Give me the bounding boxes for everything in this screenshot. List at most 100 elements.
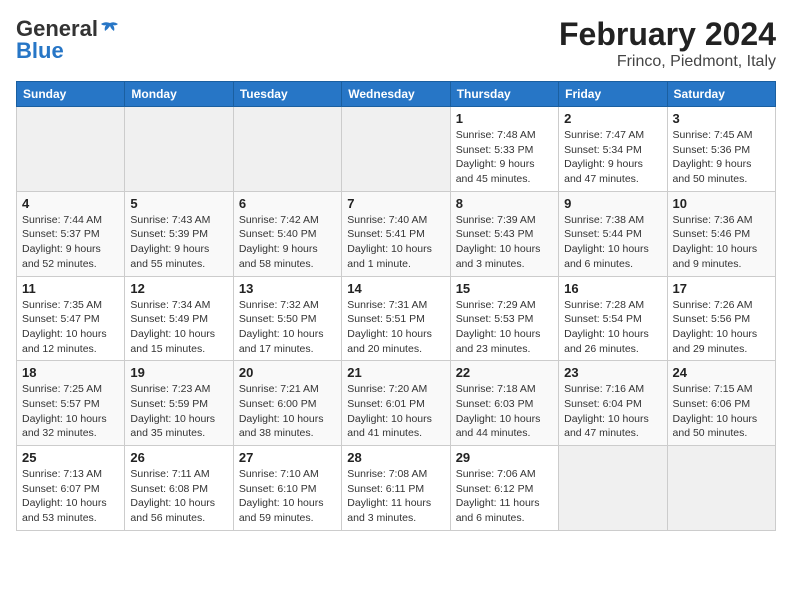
day-info: Sunrise: 7:26 AMSunset: 5:56 PMDaylight:…: [673, 298, 770, 357]
day-number: 17: [673, 281, 770, 296]
day-number: 16: [564, 281, 661, 296]
calendar-week-2: 4 Sunrise: 7:44 AMSunset: 5:37 PMDaylight…: [17, 191, 776, 276]
day-info: Sunrise: 7:20 AMSunset: 6:01 PMDaylight:…: [347, 382, 444, 441]
calendar-cell: 29Sunrise: 7:06 AMSunset: 6:12 PMDayligh…: [450, 446, 558, 531]
calendar-cell: 24 Sunrise: 7:15 AMSunset: 6:06 PMDayligh…: [667, 361, 775, 446]
day-info: Sunrise: 7:23 AMSunset: 5:59 PMDaylight:…: [130, 382, 227, 441]
calendar-week-3: 11 Sunrise: 7:35 AMSunset: 5:47 PMDayligh…: [17, 276, 776, 361]
logo: General Blue: [16, 16, 120, 64]
calendar-week-4: 18Sunrise: 7:25 AMSunset: 5:57 PMDayligh…: [17, 361, 776, 446]
column-header-monday: Monday: [125, 82, 233, 107]
calendar-cell: 22 Sunrise: 7:18 AMSunset: 6:03 PMDayligh…: [450, 361, 558, 446]
calendar-cell: 23 Sunrise: 7:16 AMSunset: 6:04 PMDayligh…: [559, 361, 667, 446]
day-info: Sunrise: 7:16 AMSunset: 6:04 PMDaylight:…: [564, 382, 661, 441]
calendar-cell: 28 Sunrise: 7:08 AMSunset: 6:11 PMDayligh…: [342, 446, 450, 531]
calendar-cell: 10 Sunrise: 7:36 AMSunset: 5:46 PMDayligh…: [667, 191, 775, 276]
calendar-cell: [233, 107, 341, 192]
calendar-cell: 18Sunrise: 7:25 AMSunset: 5:57 PMDayligh…: [17, 361, 125, 446]
column-header-thursday: Thursday: [450, 82, 558, 107]
calendar-cell: 3 Sunrise: 7:45 AMSunset: 5:36 PMDaylight…: [667, 107, 775, 192]
day-info: Sunrise: 7:44 AMSunset: 5:37 PMDaylight:…: [22, 213, 119, 272]
day-number: 21: [347, 365, 444, 380]
day-number: 4: [22, 196, 119, 211]
day-info: Sunrise: 7:43 AMSunset: 5:39 PMDaylight:…: [130, 213, 227, 272]
day-number: 22: [456, 365, 553, 380]
day-number: 13: [239, 281, 336, 296]
day-number: 19: [130, 365, 227, 380]
day-info: Sunrise: 7:31 AMSunset: 5:51 PMDaylight:…: [347, 298, 444, 357]
day-number: 25: [22, 450, 119, 465]
day-info: Sunrise: 7:15 AMSunset: 6:06 PMDaylight:…: [673, 382, 770, 441]
column-header-sunday: Sunday: [17, 82, 125, 107]
day-info: Sunrise: 7:38 AMSunset: 5:44 PMDaylight:…: [564, 213, 661, 272]
calendar-cell: 14 Sunrise: 7:31 AMSunset: 5:51 PMDayligh…: [342, 276, 450, 361]
day-number: 8: [456, 196, 553, 211]
day-info: Sunrise: 7:06 AMSunset: 6:12 PMDaylight:…: [456, 467, 553, 526]
calendar-cell: 7 Sunrise: 7:40 AMSunset: 5:41 PMDaylight…: [342, 191, 450, 276]
page-subtitle: Frinco, Piedmont, Italy: [559, 53, 776, 71]
calendar-cell: 27Sunrise: 7:10 AMSunset: 6:10 PMDayligh…: [233, 446, 341, 531]
day-number: 11: [22, 281, 119, 296]
calendar-cell: [667, 446, 775, 531]
day-number: 3: [673, 111, 770, 126]
logo-blue: Blue: [16, 38, 64, 64]
day-number: 1: [456, 111, 553, 126]
calendar-cell: 20 Sunrise: 7:21 AMSunset: 6:00 PMDayligh…: [233, 361, 341, 446]
calendar-cell: 9 Sunrise: 7:38 AMSunset: 5:44 PMDaylight…: [559, 191, 667, 276]
calendar-week-1: 1 Sunrise: 7:48 AMSunset: 5:33 PMDaylight…: [17, 107, 776, 192]
calendar-cell: [17, 107, 125, 192]
day-info: Sunrise: 7:35 AMSunset: 5:47 PMDaylight:…: [22, 298, 119, 357]
calendar-cell: [342, 107, 450, 192]
calendar-header-row: SundayMondayTuesdayWednesdayThursdayFrid…: [17, 82, 776, 107]
day-number: 23: [564, 365, 661, 380]
calendar-cell: 5Sunrise: 7:43 AMSunset: 5:39 PMDaylight…: [125, 191, 233, 276]
day-info: Sunrise: 7:25 AMSunset: 5:57 PMDaylight:…: [22, 382, 119, 441]
day-info: Sunrise: 7:29 AMSunset: 5:53 PMDaylight:…: [456, 298, 553, 357]
calendar-cell: 1 Sunrise: 7:48 AMSunset: 5:33 PMDaylight…: [450, 107, 558, 192]
day-info: Sunrise: 7:13 AMSunset: 6:07 PMDaylight:…: [22, 467, 119, 526]
calendar-cell: 21 Sunrise: 7:20 AMSunset: 6:01 PMDayligh…: [342, 361, 450, 446]
calendar-cell: 17 Sunrise: 7:26 AMSunset: 5:56 PMDayligh…: [667, 276, 775, 361]
day-number: 9: [564, 196, 661, 211]
day-number: 14: [347, 281, 444, 296]
logo-bird-icon: [100, 21, 120, 37]
day-info: Sunrise: 7:40 AMSunset: 5:41 PMDaylight:…: [347, 213, 444, 272]
day-number: 20: [239, 365, 336, 380]
day-info: Sunrise: 7:42 AMSunset: 5:40 PMDaylight:…: [239, 213, 336, 272]
calendar-cell: 26 Sunrise: 7:11 AMSunset: 6:08 PMDayligh…: [125, 446, 233, 531]
calendar-cell: 12 Sunrise: 7:34 AMSunset: 5:49 PMDayligh…: [125, 276, 233, 361]
calendar-cell: 16 Sunrise: 7:28 AMSunset: 5:54 PMDayligh…: [559, 276, 667, 361]
day-number: 12: [130, 281, 227, 296]
day-info: Sunrise: 7:45 AMSunset: 5:36 PMDaylight:…: [673, 128, 770, 187]
page-header: General Blue February 2024 Frinco, Piedm…: [16, 16, 776, 71]
column-header-tuesday: Tuesday: [233, 82, 341, 107]
day-number: 10: [673, 196, 770, 211]
day-info: Sunrise: 7:47 AMSunset: 5:34 PMDaylight:…: [564, 128, 661, 187]
calendar-cell: 19 Sunrise: 7:23 AMSunset: 5:59 PMDayligh…: [125, 361, 233, 446]
calendar-table: SundayMondayTuesdayWednesdayThursdayFrid…: [16, 81, 776, 531]
day-info: Sunrise: 7:28 AMSunset: 5:54 PMDaylight:…: [564, 298, 661, 357]
day-info: Sunrise: 7:18 AMSunset: 6:03 PMDaylight:…: [456, 382, 553, 441]
day-info: Sunrise: 7:48 AMSunset: 5:33 PMDaylight:…: [456, 128, 553, 187]
day-number: 28: [347, 450, 444, 465]
column-header-wednesday: Wednesday: [342, 82, 450, 107]
day-info: Sunrise: 7:36 AMSunset: 5:46 PMDaylight:…: [673, 213, 770, 272]
day-number: 7: [347, 196, 444, 211]
calendar-week-5: 25 Sunrise: 7:13 AMSunset: 6:07 PMDayligh…: [17, 446, 776, 531]
calendar-cell: 25 Sunrise: 7:13 AMSunset: 6:07 PMDayligh…: [17, 446, 125, 531]
day-info: Sunrise: 7:08 AMSunset: 6:11 PMDaylight:…: [347, 467, 444, 526]
day-number: 27: [239, 450, 336, 465]
day-number: 2: [564, 111, 661, 126]
calendar-cell: 2 Sunrise: 7:47 AMSunset: 5:34 PMDaylight…: [559, 107, 667, 192]
day-info: Sunrise: 7:11 AMSunset: 6:08 PMDaylight:…: [130, 467, 227, 526]
day-number: 24: [673, 365, 770, 380]
day-number: 26: [130, 450, 227, 465]
calendar-cell: 8 Sunrise: 7:39 AMSunset: 5:43 PMDaylight…: [450, 191, 558, 276]
day-number: 6: [239, 196, 336, 211]
day-info: Sunrise: 7:39 AMSunset: 5:43 PMDaylight:…: [456, 213, 553, 272]
calendar-cell: 6 Sunrise: 7:42 AMSunset: 5:40 PMDaylight…: [233, 191, 341, 276]
calendar-cell: 4 Sunrise: 7:44 AMSunset: 5:37 PMDaylight…: [17, 191, 125, 276]
day-number: 15: [456, 281, 553, 296]
day-info: Sunrise: 7:34 AMSunset: 5:49 PMDaylight:…: [130, 298, 227, 357]
day-info: Sunrise: 7:21 AMSunset: 6:00 PMDaylight:…: [239, 382, 336, 441]
